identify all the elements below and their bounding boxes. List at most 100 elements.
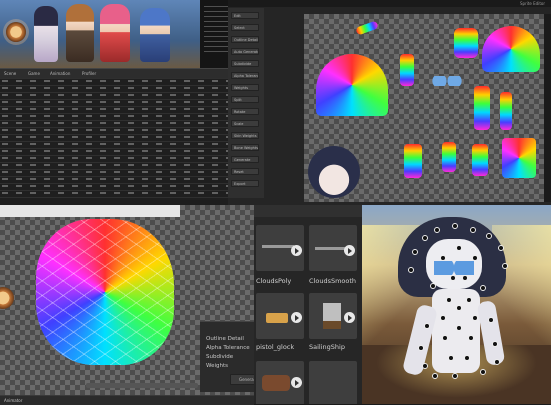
mesh-horizontal-scrollbar[interactable] [86, 383, 198, 388]
cloudspoly-preview [262, 245, 294, 248]
play-sailingship-icon[interactable] [344, 312, 355, 323]
sidebar-button[interactable]: Subdivide [231, 60, 259, 67]
sprite-small-3 [454, 28, 478, 58]
bone-handle[interactable] [470, 227, 476, 233]
bone-handle[interactable] [456, 305, 462, 311]
sprite-editor-sidebar: Edit Select Outline Detail Auto Generate Sub… [228, 8, 264, 198]
bone-handle[interactable] [442, 335, 448, 341]
character-1 [34, 6, 58, 62]
bone-handle[interactable] [472, 255, 478, 261]
bone-handle[interactable] [486, 233, 492, 239]
bone-handle[interactable] [452, 373, 458, 379]
sprite-atlas-canvas[interactable] [304, 14, 544, 202]
bone-handle[interactable] [418, 345, 424, 351]
menu-item-profiler[interactable]: Profiler [82, 71, 96, 76]
bone-handle[interactable] [452, 223, 458, 229]
asset-label-cloudspoly: CloudsPoly [256, 277, 292, 285]
pistol-preview [266, 313, 288, 323]
sidebar-button[interactable]: Reset [231, 168, 259, 175]
menu-item-game[interactable]: Game [28, 71, 40, 76]
bone-handle[interactable] [472, 315, 478, 321]
sidebar-button[interactable]: Outline Detail [231, 36, 259, 43]
sprite-hair-back [316, 54, 388, 116]
barrel-preview [262, 375, 290, 391]
bone-handle[interactable] [468, 335, 474, 341]
property-subdivide: Subdivide [206, 354, 234, 360]
bone-handle[interactable] [446, 297, 452, 303]
profiler-column-text [2, 80, 260, 198]
mesh-hair-sprite [36, 219, 174, 365]
play-cloudspoly-icon[interactable] [291, 245, 302, 256]
sprite-leg-3 [472, 144, 488, 176]
bone-handle[interactable] [422, 235, 428, 241]
bone-handle[interactable] [462, 275, 468, 281]
bone-handle[interactable] [430, 283, 436, 289]
sidebar-button[interactable]: Skin Weights [231, 132, 259, 139]
sprite-eyes [432, 76, 462, 86]
bone-handle[interactable] [440, 255, 446, 261]
sidebar-button[interactable]: Select [231, 24, 259, 31]
play-pistol-glock-icon[interactable] [291, 312, 302, 323]
rig-game-view[interactable] [362, 205, 551, 404]
sprite-small-2 [400, 54, 414, 86]
character-2 [66, 4, 94, 62]
sprite-arm-2 [500, 92, 512, 130]
asset-label-pistol-glock: pistol_glock [256, 343, 295, 351]
sidebar-button[interactable]: Generate [231, 156, 259, 163]
bone-handle[interactable] [456, 245, 462, 251]
sidebar-button[interactable]: Rotate [231, 108, 259, 115]
bone-handle[interactable] [480, 369, 486, 375]
mesh-wireframe [36, 219, 174, 365]
sprite-cape [502, 138, 536, 178]
sidebar-button[interactable]: Edit [231, 12, 259, 19]
mesh-top-strip [0, 205, 180, 217]
play-cloudssmooth-icon[interactable] [344, 245, 355, 256]
menu-item-animation[interactable]: Animation [50, 71, 70, 76]
bone-handle[interactable] [464, 355, 470, 361]
sidebar-button[interactable]: Export [231, 180, 259, 187]
bone-handle[interactable] [432, 373, 438, 379]
bone-handle[interactable] [488, 317, 494, 323]
sprite-leg-1 [404, 144, 422, 178]
bone-handle[interactable] [450, 275, 456, 281]
bone-handles[interactable] [362, 205, 551, 404]
animator-tab[interactable]: Animator [4, 398, 22, 403]
ship-preview [323, 303, 341, 329]
bone-handle[interactable] [440, 315, 446, 321]
sidebar-button[interactable]: Split [231, 96, 259, 103]
bone-handle[interactable] [434, 227, 440, 233]
bone-handle[interactable] [498, 245, 504, 251]
property-weights: Weights [206, 363, 229, 369]
mesh-editor-canvas[interactable]: Outline Detail Alpha Tolerance Subdivide… [0, 205, 258, 395]
bone-handle[interactable] [480, 285, 486, 291]
left-sun-icon [0, 287, 14, 309]
bone-handle[interactable] [424, 323, 430, 329]
asset-thumb-6[interactable] [309, 361, 357, 404]
asset-browser-header [254, 205, 364, 217]
bone-handle[interactable] [494, 359, 500, 365]
bone-handle[interactable] [408, 267, 414, 273]
bone-handle[interactable] [492, 341, 498, 347]
asset-label-sailingship: SailingShip [309, 343, 345, 351]
bone-handle[interactable] [456, 325, 462, 331]
sidebar-button[interactable]: Bone Weights [231, 144, 259, 151]
asset-label-cloudssmooth: CloudsSmooth [309, 277, 357, 285]
sidebar-button[interactable]: Auto Generate [231, 48, 259, 55]
profiler-table[interactable] [0, 78, 262, 200]
sprite-arm-1 [474, 86, 490, 130]
bone-handle[interactable] [502, 263, 508, 269]
sidebar-button[interactable]: Scale [231, 120, 259, 127]
bone-handle[interactable] [412, 249, 418, 255]
sidebar-button[interactable]: Alpha Tolerance [231, 72, 259, 79]
bone-handle[interactable] [448, 355, 454, 361]
bone-handle[interactable] [422, 363, 428, 369]
sprite-editor-panel: Sprite Editor Edit Select Outline Detail Au… [228, 0, 551, 205]
property-outline-detail: Outline Detail [206, 336, 244, 342]
sidebar-button[interactable]: Weights [231, 84, 259, 91]
sun-icon [6, 22, 26, 42]
sprite-small-1 [355, 20, 379, 36]
menu-item-scene[interactable]: Scene [4, 71, 16, 76]
play-item-5-icon[interactable] [291, 377, 302, 388]
bone-handle[interactable] [466, 297, 472, 303]
scene-view[interactable] [0, 0, 200, 68]
